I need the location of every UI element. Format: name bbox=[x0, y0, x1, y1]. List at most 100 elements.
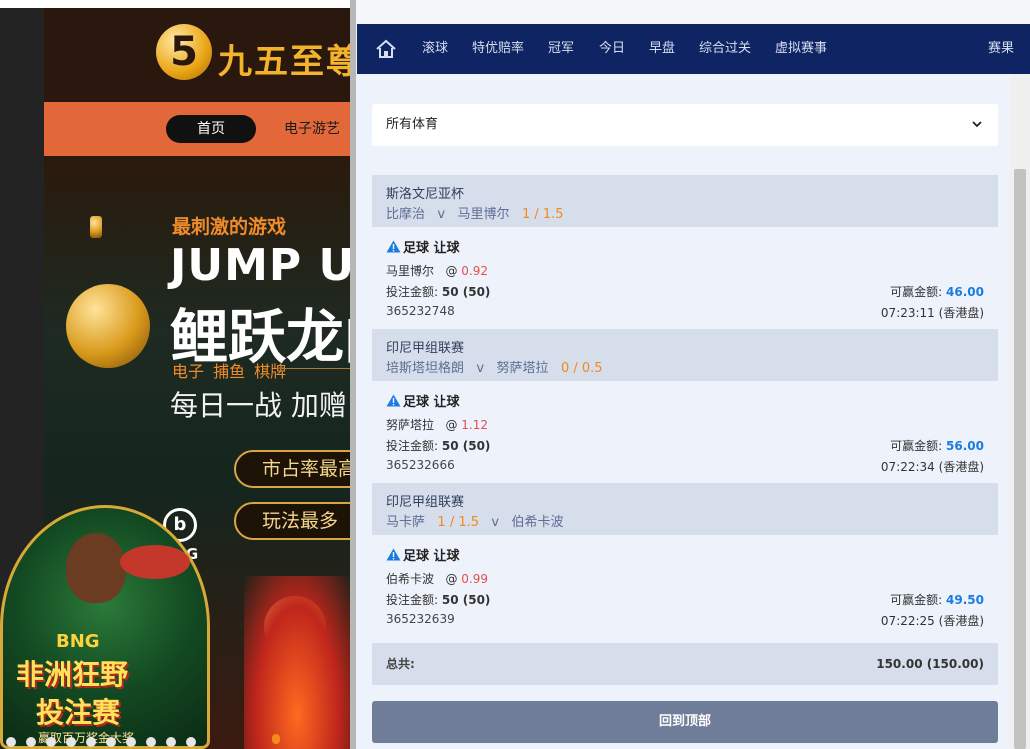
nav-item-best-odds[interactable]: 特优赔率 bbox=[472, 24, 524, 74]
sport-filter-select[interactable]: 所有体育 bbox=[372, 104, 998, 146]
bet-win-label: 可赢金额: bbox=[890, 593, 943, 607]
sports-nav-bar: 滚球 特优赔率 冠军 今日 早盘 综合过关 虚拟赛事 赛果 bbox=[357, 24, 1030, 74]
promo-title-line1: 非洲狂野 bbox=[16, 658, 129, 691]
carousel-dot[interactable] bbox=[26, 737, 36, 747]
bet-id: 365232666 bbox=[386, 458, 455, 472]
bet-handicap: 0 / 0.5 bbox=[560, 361, 603, 376]
promo-nav-games[interactable]: 电子游艺 bbox=[284, 115, 340, 143]
bet-stake-label: 投注金额: bbox=[386, 439, 439, 453]
bet-at: @ bbox=[445, 264, 458, 278]
bet-time: 07:22:25 (香港盘) bbox=[880, 614, 984, 628]
carousel-dot[interactable] bbox=[46, 737, 56, 747]
bet-stake: 投注金额: 50 (50) bbox=[386, 591, 490, 608]
carousel-dot[interactable] bbox=[146, 737, 156, 747]
bet-id: 365232748 bbox=[386, 304, 455, 318]
banner-headline: JUMP UP bbox=[170, 240, 350, 291]
bet-type: 足球 让球 bbox=[386, 237, 460, 256]
home-icon[interactable] bbox=[375, 39, 397, 59]
fire-decoration bbox=[244, 576, 350, 749]
bet-at: @ bbox=[445, 418, 458, 432]
carousel-dot[interactable] bbox=[106, 737, 116, 747]
bet-away-team: 马里博尔 bbox=[457, 207, 510, 222]
bet-stake-label: 投注金额: bbox=[386, 285, 439, 299]
bet-league: 印尼甲组联赛 bbox=[386, 495, 465, 510]
total-row: 总共: 150.00 (150.00) bbox=[372, 643, 998, 685]
brand-logo-icon[interactable]: 5 bbox=[156, 24, 212, 80]
warning-icon bbox=[386, 240, 401, 253]
bet-win-value: 46.00 bbox=[946, 285, 984, 299]
bet-pick: 马里博尔 @ 0.92 bbox=[386, 262, 488, 279]
banner-pill-2: 玩法最多 bbox=[234, 502, 350, 540]
banner-categories: 电子 捕鱼 棋牌 bbox=[172, 362, 287, 381]
bet-stake: 投注金额: 50 (50) bbox=[386, 437, 490, 454]
bet-type-label: 足球 让球 bbox=[403, 549, 460, 564]
nav-item-virtual[interactable]: 虚拟赛事 bbox=[775, 24, 827, 74]
carousel-dot[interactable] bbox=[6, 737, 16, 747]
bet-match: 比摩治 v 马里博尔 1 / 1.5 bbox=[386, 203, 564, 222]
bet-win: 可赢金额: 49.50 bbox=[890, 591, 984, 608]
panel-scrollbar-thumb[interactable] bbox=[1014, 169, 1026, 749]
total-value: 150.00 (150.00) bbox=[876, 657, 984, 671]
nav-item-today[interactable]: 今日 bbox=[599, 24, 625, 74]
promo-site: 5 九五至尊 首页 电子游艺 最刺激的游戏 JUMP UP 鲤跃龙门 电子 捕鱼… bbox=[0, 0, 350, 749]
nav-item-live[interactable]: 滚球 bbox=[422, 24, 448, 74]
banner-daily: 每日一战 加赠 bbox=[170, 389, 347, 422]
carousel-dot-active[interactable] bbox=[272, 734, 280, 744]
bet-away-team: 伯希卡波 bbox=[511, 515, 564, 530]
bet-handicap: 1 / 1.5 bbox=[437, 515, 480, 530]
bet-stake-value: 50 (50) bbox=[441, 439, 491, 453]
nav-item-parlay[interactable]: 综合过关 bbox=[699, 24, 751, 74]
carousel-dot[interactable] bbox=[166, 737, 176, 747]
bet-odds: 0.92 bbox=[461, 264, 489, 278]
sport-filter-label: 所有体育 bbox=[386, 117, 439, 132]
total-label: 总共: bbox=[386, 657, 415, 671]
carousel-dot[interactable] bbox=[186, 737, 196, 747]
bet-detail: 足球 让球 伯希卡波 @ 0.99 投注金额: 50 (50) 可赢金额: 49… bbox=[372, 535, 998, 637]
bet-home-team: 马卡萨 bbox=[386, 515, 426, 530]
bet-league: 斯洛文尼亚杯 bbox=[386, 187, 465, 202]
bet-league: 印尼甲组联赛 bbox=[386, 341, 465, 356]
bet-vs: v bbox=[476, 361, 485, 376]
bet-stake-value: 50 (50) bbox=[441, 285, 491, 299]
promo-header: 5 九五至尊 bbox=[44, 8, 350, 102]
brand-logo-text[interactable]: 九五至尊 bbox=[218, 34, 350, 83]
bet-header: 印尼甲组联赛 培斯塔坦格朗 v 努萨塔拉 0 / 0.5 bbox=[372, 329, 998, 381]
promo-title-line2: 投注赛 bbox=[36, 696, 121, 729]
bet-win-label: 可赢金额: bbox=[890, 439, 943, 453]
bet-match: 马卡萨 1 / 1.5 v 伯希卡波 bbox=[386, 511, 564, 530]
bet-win-label: 可赢金额: bbox=[890, 285, 943, 299]
bet-at: @ bbox=[445, 572, 458, 586]
bet-pick: 伯希卡波 @ 0.99 bbox=[386, 570, 488, 587]
promo-top-strip bbox=[0, 0, 350, 8]
bet-detail: 足球 让球 努萨塔拉 @ 1.12 投注金额: 50 (50) 可赢金额: 56… bbox=[372, 381, 998, 483]
nav-item-results[interactable]: 赛果 bbox=[988, 24, 1014, 74]
banner-tagline: 最刺激的游戏 bbox=[172, 216, 287, 238]
panel-scrollbar[interactable] bbox=[1010, 74, 1030, 749]
banner-pill-1: 市占率最高 bbox=[234, 450, 350, 488]
nav-item-early[interactable]: 早盘 bbox=[649, 24, 675, 74]
bet-type-label: 足球 让球 bbox=[403, 241, 460, 256]
nav-item-outright[interactable]: 冠军 bbox=[548, 24, 574, 74]
carousel-dot[interactable] bbox=[126, 737, 136, 747]
bet-away-team: 努萨塔拉 bbox=[496, 361, 549, 376]
back-to-top-button[interactable]: 回到顶部 bbox=[372, 701, 998, 743]
bet-type: 足球 让球 bbox=[386, 391, 460, 410]
carousel-dot[interactable] bbox=[66, 737, 76, 747]
carousel-dot[interactable] bbox=[86, 737, 96, 747]
bet-slip-panel: 滚球 特优赔率 冠军 今日 早盘 综合过关 虚拟赛事 赛果 所有体育 斯洛文尼亚… bbox=[350, 0, 1030, 749]
bet-pick: 努萨塔拉 @ 1.12 bbox=[386, 416, 488, 433]
bet-detail: 足球 让球 马里博尔 @ 0.92 投注金额: 50 (50) 可赢金额: 46… bbox=[372, 227, 998, 329]
character-illustration bbox=[66, 533, 126, 603]
promo-brand: BNG bbox=[56, 631, 100, 652]
promo-nav-home[interactable]: 首页 bbox=[166, 115, 256, 143]
panel-top-strip bbox=[356, 0, 1030, 24]
warning-icon bbox=[386, 548, 401, 561]
bet-pick-team: 努萨塔拉 bbox=[386, 418, 435, 432]
bet-time: 07:22:34 (香港盘) bbox=[880, 460, 984, 474]
bet-odds: 0.99 bbox=[461, 572, 489, 586]
promo-badge[interactable]: BNG 非洲狂野 投注赛 赢取百万奖金大奖 bbox=[0, 505, 210, 749]
bet-win-value: 56.00 bbox=[946, 439, 984, 453]
bet-match: 培斯塔坦格朗 v 努萨塔拉 0 / 0.5 bbox=[386, 357, 603, 376]
sombrero-illustration bbox=[120, 545, 190, 579]
promo-nav: 首页 电子游艺 bbox=[44, 102, 350, 156]
